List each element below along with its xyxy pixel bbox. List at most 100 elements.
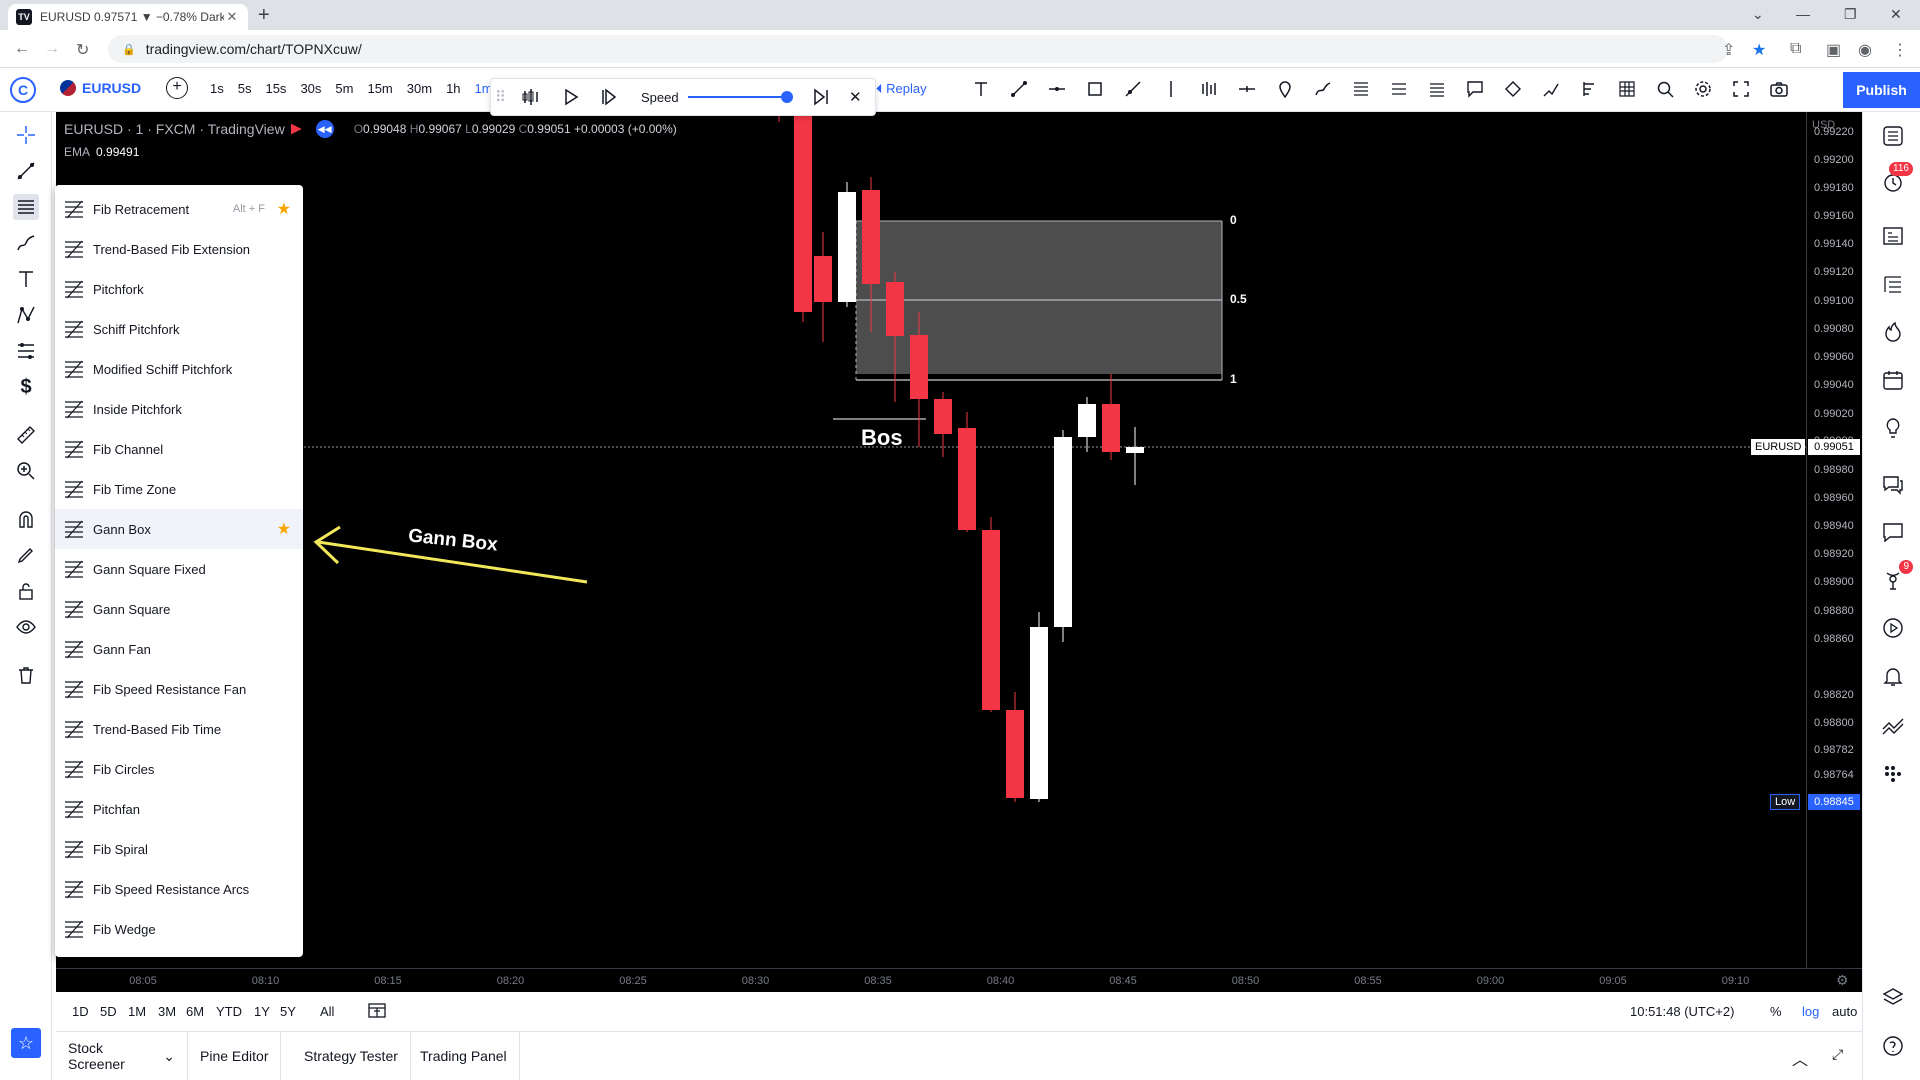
- log-scale-toggle[interactable]: log: [1802, 1004, 1819, 1019]
- tab-search-icon[interactable]: ⌄: [1752, 6, 1764, 23]
- patterns-icon[interactable]: [13, 302, 39, 328]
- favorite-star-icon[interactable]: ★: [277, 519, 291, 539]
- data-window-icon[interactable]: [1879, 222, 1907, 250]
- fib-menu-item[interactable]: Fib Channel: [55, 429, 303, 469]
- dollar-icon[interactable]: $: [13, 374, 39, 400]
- path-tool-icon[interactable]: [1538, 76, 1564, 102]
- ideas-lightbulb-icon[interactable]: [1879, 414, 1907, 442]
- fib-menu-item[interactable]: Pitchfan: [55, 789, 303, 829]
- extensions-icon[interactable]: ⧉: [1790, 40, 1801, 58]
- pin-icon[interactable]: [1272, 76, 1298, 102]
- range-button[interactable]: 6M: [186, 1004, 204, 1019]
- range-button[interactable]: YTD: [216, 1004, 242, 1019]
- text-tool-icon[interactable]: [968, 76, 994, 102]
- maximize-icon[interactable]: ❐: [1844, 6, 1857, 23]
- price-plot[interactable]: [56, 112, 1806, 968]
- auto-scale-toggle[interactable]: auto: [1832, 1004, 1857, 1019]
- messages-icon[interactable]: [1879, 518, 1907, 546]
- fib-menu-item[interactable]: Pitchfork: [55, 269, 303, 309]
- select-bar-icon[interactable]: [521, 88, 541, 106]
- fib-retracement-icon[interactable]: [1348, 76, 1374, 102]
- polygon-icon[interactable]: [1500, 76, 1526, 102]
- window-close-icon[interactable]: ✕: [1890, 6, 1902, 23]
- camera-snapshot-icon[interactable]: [1766, 76, 1792, 102]
- horizontal-line-icon[interactable]: [1044, 76, 1070, 102]
- rectangle-tool-icon[interactable]: [1082, 76, 1108, 102]
- hide-drawings-eye-icon[interactable]: [13, 614, 39, 640]
- notifications-bell-icon[interactable]: [1879, 662, 1907, 690]
- play-icon[interactable]: [563, 88, 579, 106]
- fib-menu-item[interactable]: Inside Pitchfork: [55, 389, 303, 429]
- search-icon[interactable]: [1652, 76, 1678, 102]
- replay-button[interactable]: ⏴ Replay: [876, 81, 927, 97]
- gann-box-icon[interactable]: [1614, 76, 1640, 102]
- range-button[interactable]: 5Y: [280, 1004, 296, 1019]
- timeframe-button[interactable]: 15s: [265, 81, 286, 96]
- fib-menu-item[interactable]: Fib Speed Resistance Arcs: [55, 869, 303, 909]
- fib-menu-item[interactable]: Trend-Based Fib Extension: [55, 229, 303, 269]
- timeframe-button[interactable]: 15m: [367, 81, 392, 96]
- clock-time[interactable]: 10:51:48 (UTC+2): [1630, 1004, 1734, 1019]
- minimize-icon[interactable]: —: [1796, 6, 1810, 22]
- text-tools-icon[interactable]: [13, 266, 39, 292]
- hotlists-flame-icon[interactable]: [1879, 318, 1907, 346]
- browser-tab[interactable]: TV EURUSD 0.97571 ▼ −0.78% Dark ✕: [8, 4, 248, 30]
- prediction-tools-icon[interactable]: [13, 338, 39, 364]
- object-tree-icon[interactable]: [1879, 270, 1907, 298]
- time-axis[interactable]: 08:05 08:10 08:15 08:20 08:25 08:30 08:35 08:40…: [56, 968, 1862, 992]
- ema-legend[interactable]: EMA 0.99491: [64, 145, 139, 159]
- goto-date-icon[interactable]: [368, 1002, 386, 1018]
- settings-gear-icon[interactable]: [1690, 76, 1716, 102]
- fib-menu-item[interactable]: Gann Box ★: [55, 509, 303, 549]
- calendar-icon[interactable]: [1879, 366, 1907, 394]
- fib-menu-item[interactable]: Fib Wedge: [55, 909, 303, 949]
- sidepanel-icon[interactable]: ▣: [1826, 40, 1841, 60]
- drag-handle-icon[interactable]: ⠿: [495, 88, 506, 106]
- fib-menu-item[interactable]: Gann Square Fixed: [55, 549, 303, 589]
- cross-line-icon[interactable]: [1234, 76, 1260, 102]
- trendline-icon[interactable]: [13, 158, 39, 184]
- chart-pane[interactable]: EURUSD · 1 · FXCM · TradingView ◀◀ O0.99…: [56, 112, 1862, 992]
- step-forward-icon[interactable]: [601, 88, 617, 106]
- magnet-icon[interactable]: [13, 506, 39, 532]
- long-position-icon[interactable]: [1576, 76, 1602, 102]
- close-tab-icon[interactable]: ✕: [224, 9, 240, 25]
- fib-extension-icon[interactable]: [1386, 76, 1412, 102]
- vertical-line-icon[interactable]: [1158, 76, 1184, 102]
- fib-menu-item[interactable]: Fib Spiral: [55, 829, 303, 869]
- tab-pine-editor[interactable]: Pine Editor: [188, 1032, 282, 1080]
- fib-menu-item[interactable]: Fib Retracement Alt + F ★: [55, 189, 303, 229]
- compare-symbol-button[interactable]: +: [166, 77, 188, 99]
- timeframe-button[interactable]: 5s: [238, 81, 252, 96]
- collapse-panel-icon[interactable]: ︿: [1792, 1046, 1808, 1070]
- fib-channel-icon[interactable]: [1424, 76, 1450, 102]
- timeframe-button[interactable]: 5m: [335, 81, 353, 96]
- callout-icon[interactable]: [1462, 76, 1488, 102]
- stay-drawing-mode-icon[interactable]: [13, 542, 39, 568]
- back-icon[interactable]: ←: [14, 40, 30, 58]
- fib-menu-item[interactable]: Fib Time Zone: [55, 469, 303, 509]
- bookmark-star-icon[interactable]: ★: [1752, 40, 1766, 60]
- percent-scale-toggle[interactable]: %: [1770, 1004, 1782, 1019]
- chats-icon[interactable]: [1879, 470, 1907, 498]
- ruler-icon[interactable]: [13, 422, 39, 448]
- watchlist-icon[interactable]: [1879, 122, 1907, 150]
- range-button[interactable]: 1M: [128, 1004, 146, 1019]
- fib-menu-item[interactable]: Gann Square: [55, 589, 303, 629]
- dom-icon[interactable]: [1879, 760, 1907, 788]
- lock-drawings-icon[interactable]: [13, 578, 39, 604]
- fib-menu-item[interactable]: Schiff Pitchfork: [55, 309, 303, 349]
- range-button[interactable]: 3M: [158, 1004, 176, 1019]
- maximize-panel-icon[interactable]: ⤢: [1832, 1046, 1843, 1063]
- range-button[interactable]: 1Y: [254, 1004, 270, 1019]
- trash-icon[interactable]: [13, 662, 39, 688]
- tab-strategy-tester[interactable]: Strategy Tester: [292, 1032, 411, 1080]
- favorite-star-icon[interactable]: ★: [277, 199, 291, 219]
- user-avatar[interactable]: C: [10, 77, 36, 103]
- profile-icon[interactable]: ◉: [1858, 40, 1872, 60]
- url-field[interactable]: 🔒 tradingview.com/chart/TOPNXcuw/: [108, 35, 1728, 63]
- new-tab-icon[interactable]: +: [258, 4, 270, 26]
- crosshair-icon[interactable]: [13, 122, 39, 148]
- browser-menu-icon[interactable]: ⋮: [1892, 40, 1908, 60]
- close-replay-icon[interactable]: ✕: [849, 88, 862, 106]
